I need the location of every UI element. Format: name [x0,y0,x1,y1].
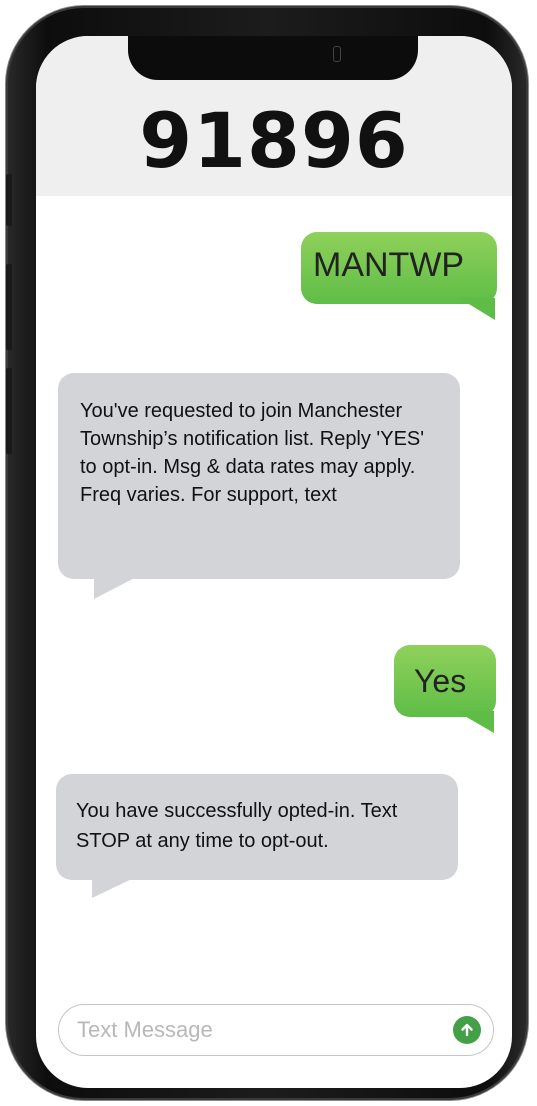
arrow-up-icon [461,1023,473,1037]
camera-icon [333,46,341,62]
message-input[interactable]: Text Message [58,1004,494,1056]
message-bubble-received[interactable]: You have successfully opted-in. Text STO… [56,774,458,898]
message-text: You've requested to join Manchester Town… [58,373,460,579]
volume-up-button [6,264,12,350]
message-text: MANTWP [301,232,497,304]
contact-number: 91896 [139,96,409,185]
message-bubble-sent[interactable]: MANTWP [301,232,497,320]
phone-frame: 91896 MANTWP You've requested to join Ma… [6,6,528,1100]
notch [128,36,418,80]
bubble-tail [459,298,495,320]
message-text: You have successfully opted-in. Text STO… [56,774,458,880]
message-input-placeholder: Text Message [77,1017,213,1042]
message-bubble-received[interactable]: You've requested to join Manchester Town… [58,373,460,599]
volume-down-button [6,368,12,454]
send-button[interactable] [453,1016,481,1044]
bubble-tail [456,711,494,733]
message-bubble-sent[interactable]: Yes [394,645,496,733]
bubble-tail [94,573,144,599]
silent-switch [6,174,12,226]
bubble-tail [92,874,142,898]
screen: 91896 MANTWP You've requested to join Ma… [36,36,512,1088]
message-text: Yes [394,645,496,717]
